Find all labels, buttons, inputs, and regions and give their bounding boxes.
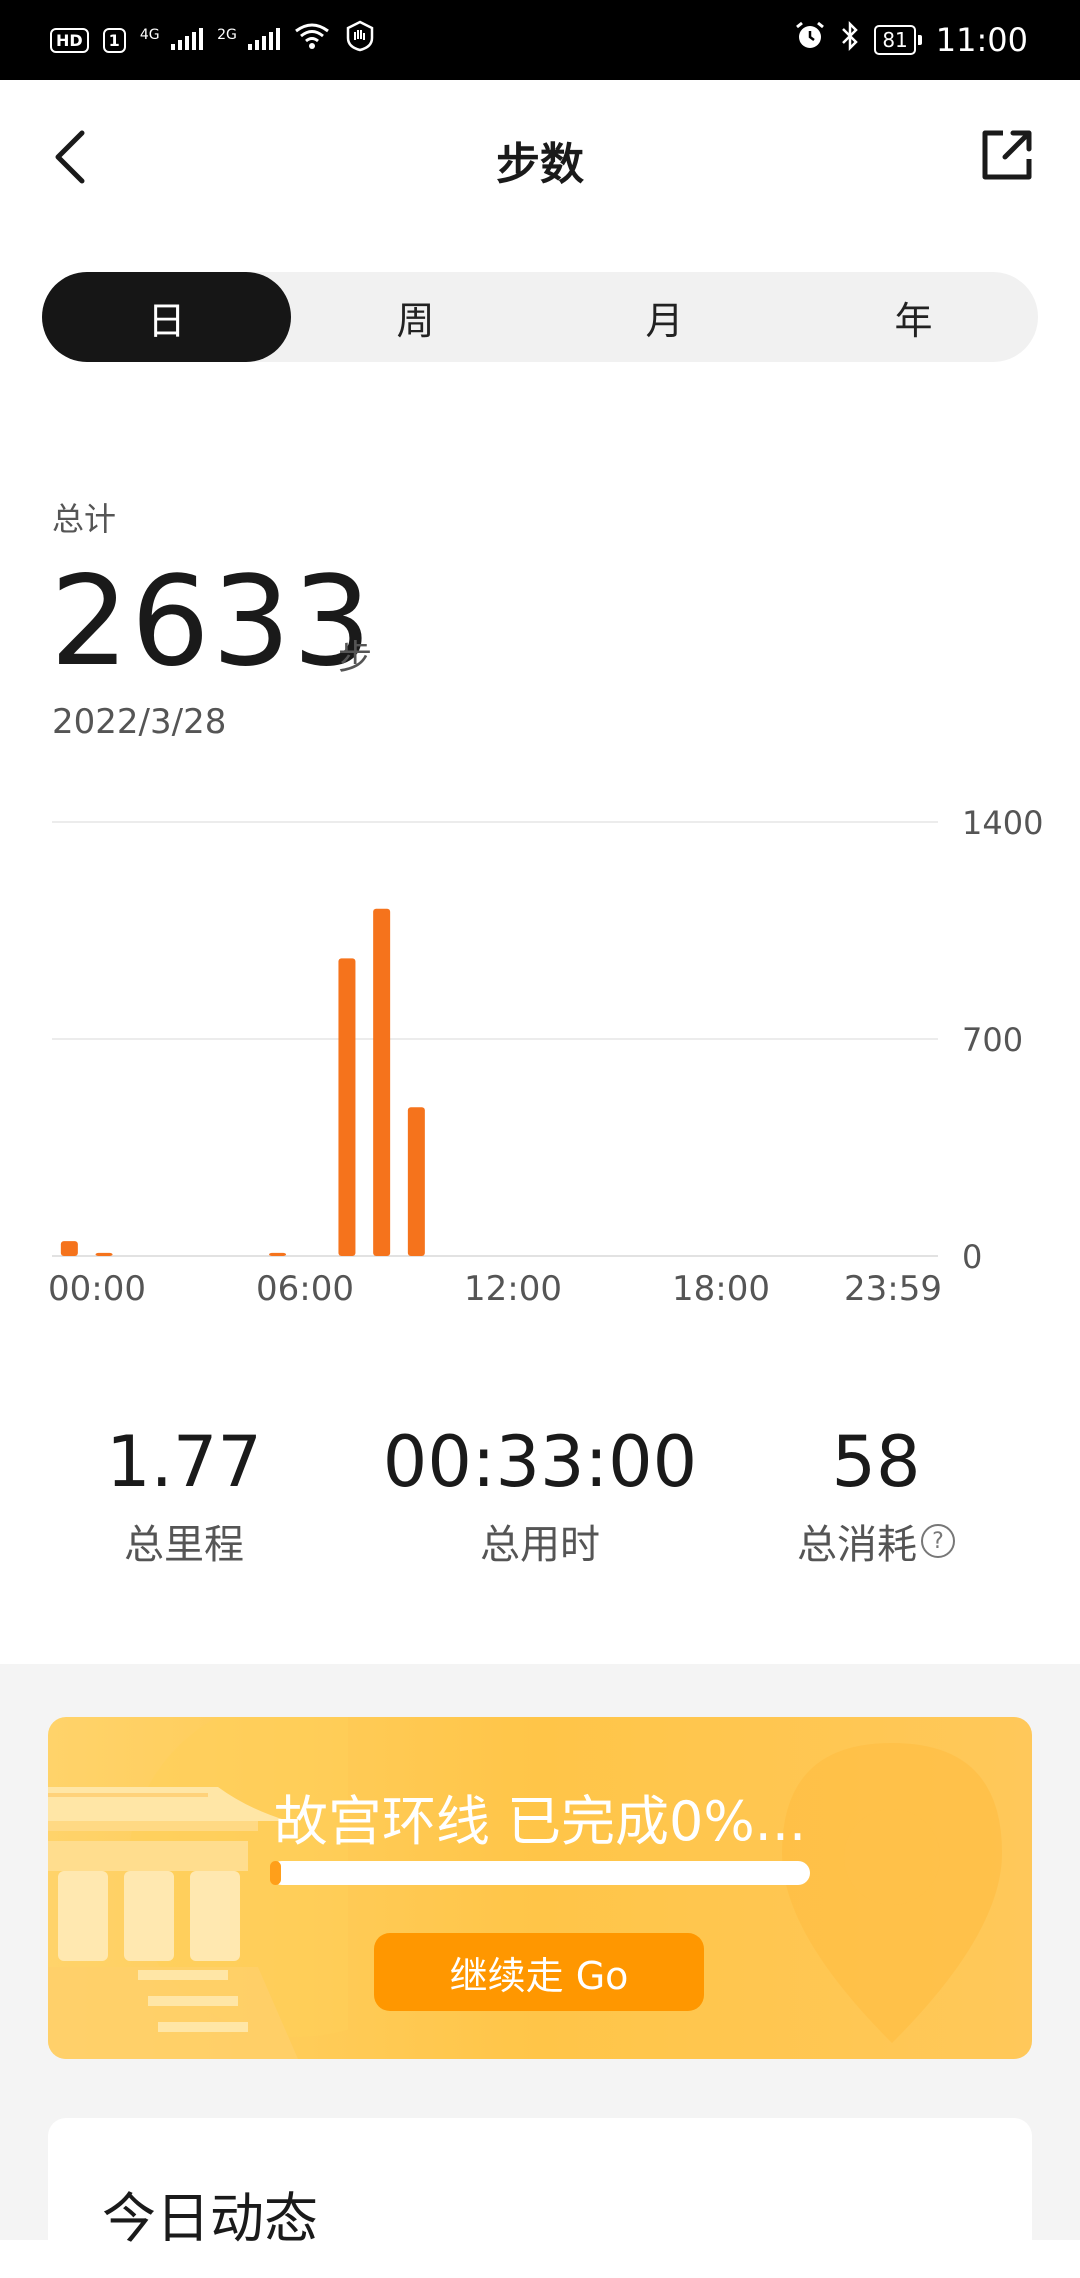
stat-duration: 00:33:00 总用时	[370, 1418, 710, 1570]
battery-icon: 81	[874, 25, 922, 55]
tab-month[interactable]: 月	[540, 272, 789, 362]
signal-bars-icon	[248, 27, 281, 50]
x-tick-label: 18:00	[672, 1269, 770, 1309]
duration-label-text: 总用时	[480, 1522, 600, 1568]
continue-walking-button[interactable]: 继续走 Go	[374, 1933, 704, 2011]
clock: 11:00	[935, 21, 1028, 59]
battery-level: 81	[874, 25, 916, 55]
route-progress-fill	[270, 1861, 281, 1885]
status-bar-left: HD 1 4G 2G	[50, 20, 376, 60]
tab-day[interactable]: 日	[42, 272, 291, 362]
hd-indicator: HD	[50, 27, 89, 53]
tab-week[interactable]: 周	[291, 272, 540, 362]
total-steps-value: 2633	[50, 550, 374, 694]
route-challenge-banner[interactable]: 故宫环线 已完成0%... 继续走 Go	[48, 1717, 1032, 2059]
calories-value: 58	[831, 1421, 921, 1503]
distance-label-text: 总里程	[124, 1522, 244, 1568]
tab-year[interactable]: 年	[789, 272, 1038, 362]
status-bar: HD 1 4G 2G 81 11:00	[0, 0, 1080, 80]
help-icon[interactable]: ?	[921, 1524, 955, 1558]
status-bar-right: 81 11:00	[794, 20, 1028, 60]
alarm-icon	[794, 20, 826, 60]
y-tick-label: 700	[962, 1021, 1023, 1059]
share-external-icon	[982, 130, 1032, 180]
network-type-1: 4G	[139, 26, 160, 43]
palace-illustration-icon	[48, 1717, 348, 2059]
calories-label: 总消耗 ?	[797, 1512, 955, 1570]
x-tick-label: 00:00	[48, 1269, 146, 1309]
date-label: 2022/3/28	[52, 702, 227, 742]
hand-shield-icon	[344, 20, 376, 60]
total-label: 总计	[52, 500, 117, 538]
signal-2g: 2G	[217, 23, 281, 58]
chart-bar[interactable]	[338, 958, 356, 1256]
chart-bar[interactable]	[373, 908, 391, 1256]
wifi-icon	[294, 22, 330, 58]
chart-bar[interactable]	[60, 1241, 78, 1256]
steps-unit: 步	[338, 638, 372, 678]
duration-label: 总用时	[480, 1512, 600, 1570]
calories-label-text: 总消耗	[797, 1522, 917, 1568]
distance-value: 1.77	[106, 1421, 262, 1503]
today-activity-card[interactable]: 今日动态	[48, 2118, 1032, 2278]
chart-bar[interactable]	[407, 1107, 425, 1256]
y-tick-label: 1400	[962, 804, 1043, 842]
stat-distance: 1.77 总里程	[14, 1418, 354, 1570]
page-title: 步数	[496, 139, 584, 190]
duration-value: 00:33:00	[382, 1421, 698, 1503]
x-tick-label: 06:00	[256, 1269, 354, 1309]
signal-bars-icon	[171, 27, 204, 50]
x-tick-label: 12:00	[464, 1269, 562, 1309]
sim-indicator: 1	[102, 27, 126, 53]
y-tick-label: 0	[962, 1238, 982, 1276]
chart-bar[interactable]	[269, 1252, 287, 1256]
period-tabs: 日 周 月 年	[42, 272, 1038, 362]
app-header: 步数	[0, 80, 1080, 230]
route-progress-title: 故宫环线 已完成0%...	[273, 1790, 807, 1853]
distance-label: 总里程	[124, 1512, 244, 1570]
x-tick-label: 23:59	[844, 1269, 942, 1309]
signal-4g: 4G	[139, 23, 204, 58]
network-type-2: 2G	[217, 26, 237, 43]
bluetooth-icon	[840, 20, 860, 60]
chart-bar[interactable]	[95, 1252, 113, 1256]
route-progress-bar	[270, 1861, 810, 1885]
share-button[interactable]	[974, 122, 1040, 188]
steps-bar-chart: 1400 700 0 00:00 06:00 12:00 18:00 23:59	[48, 804, 1043, 1309]
stat-calories: 58 总消耗 ?	[706, 1418, 1046, 1570]
today-activity-title: 今日动态	[102, 2187, 318, 2250]
